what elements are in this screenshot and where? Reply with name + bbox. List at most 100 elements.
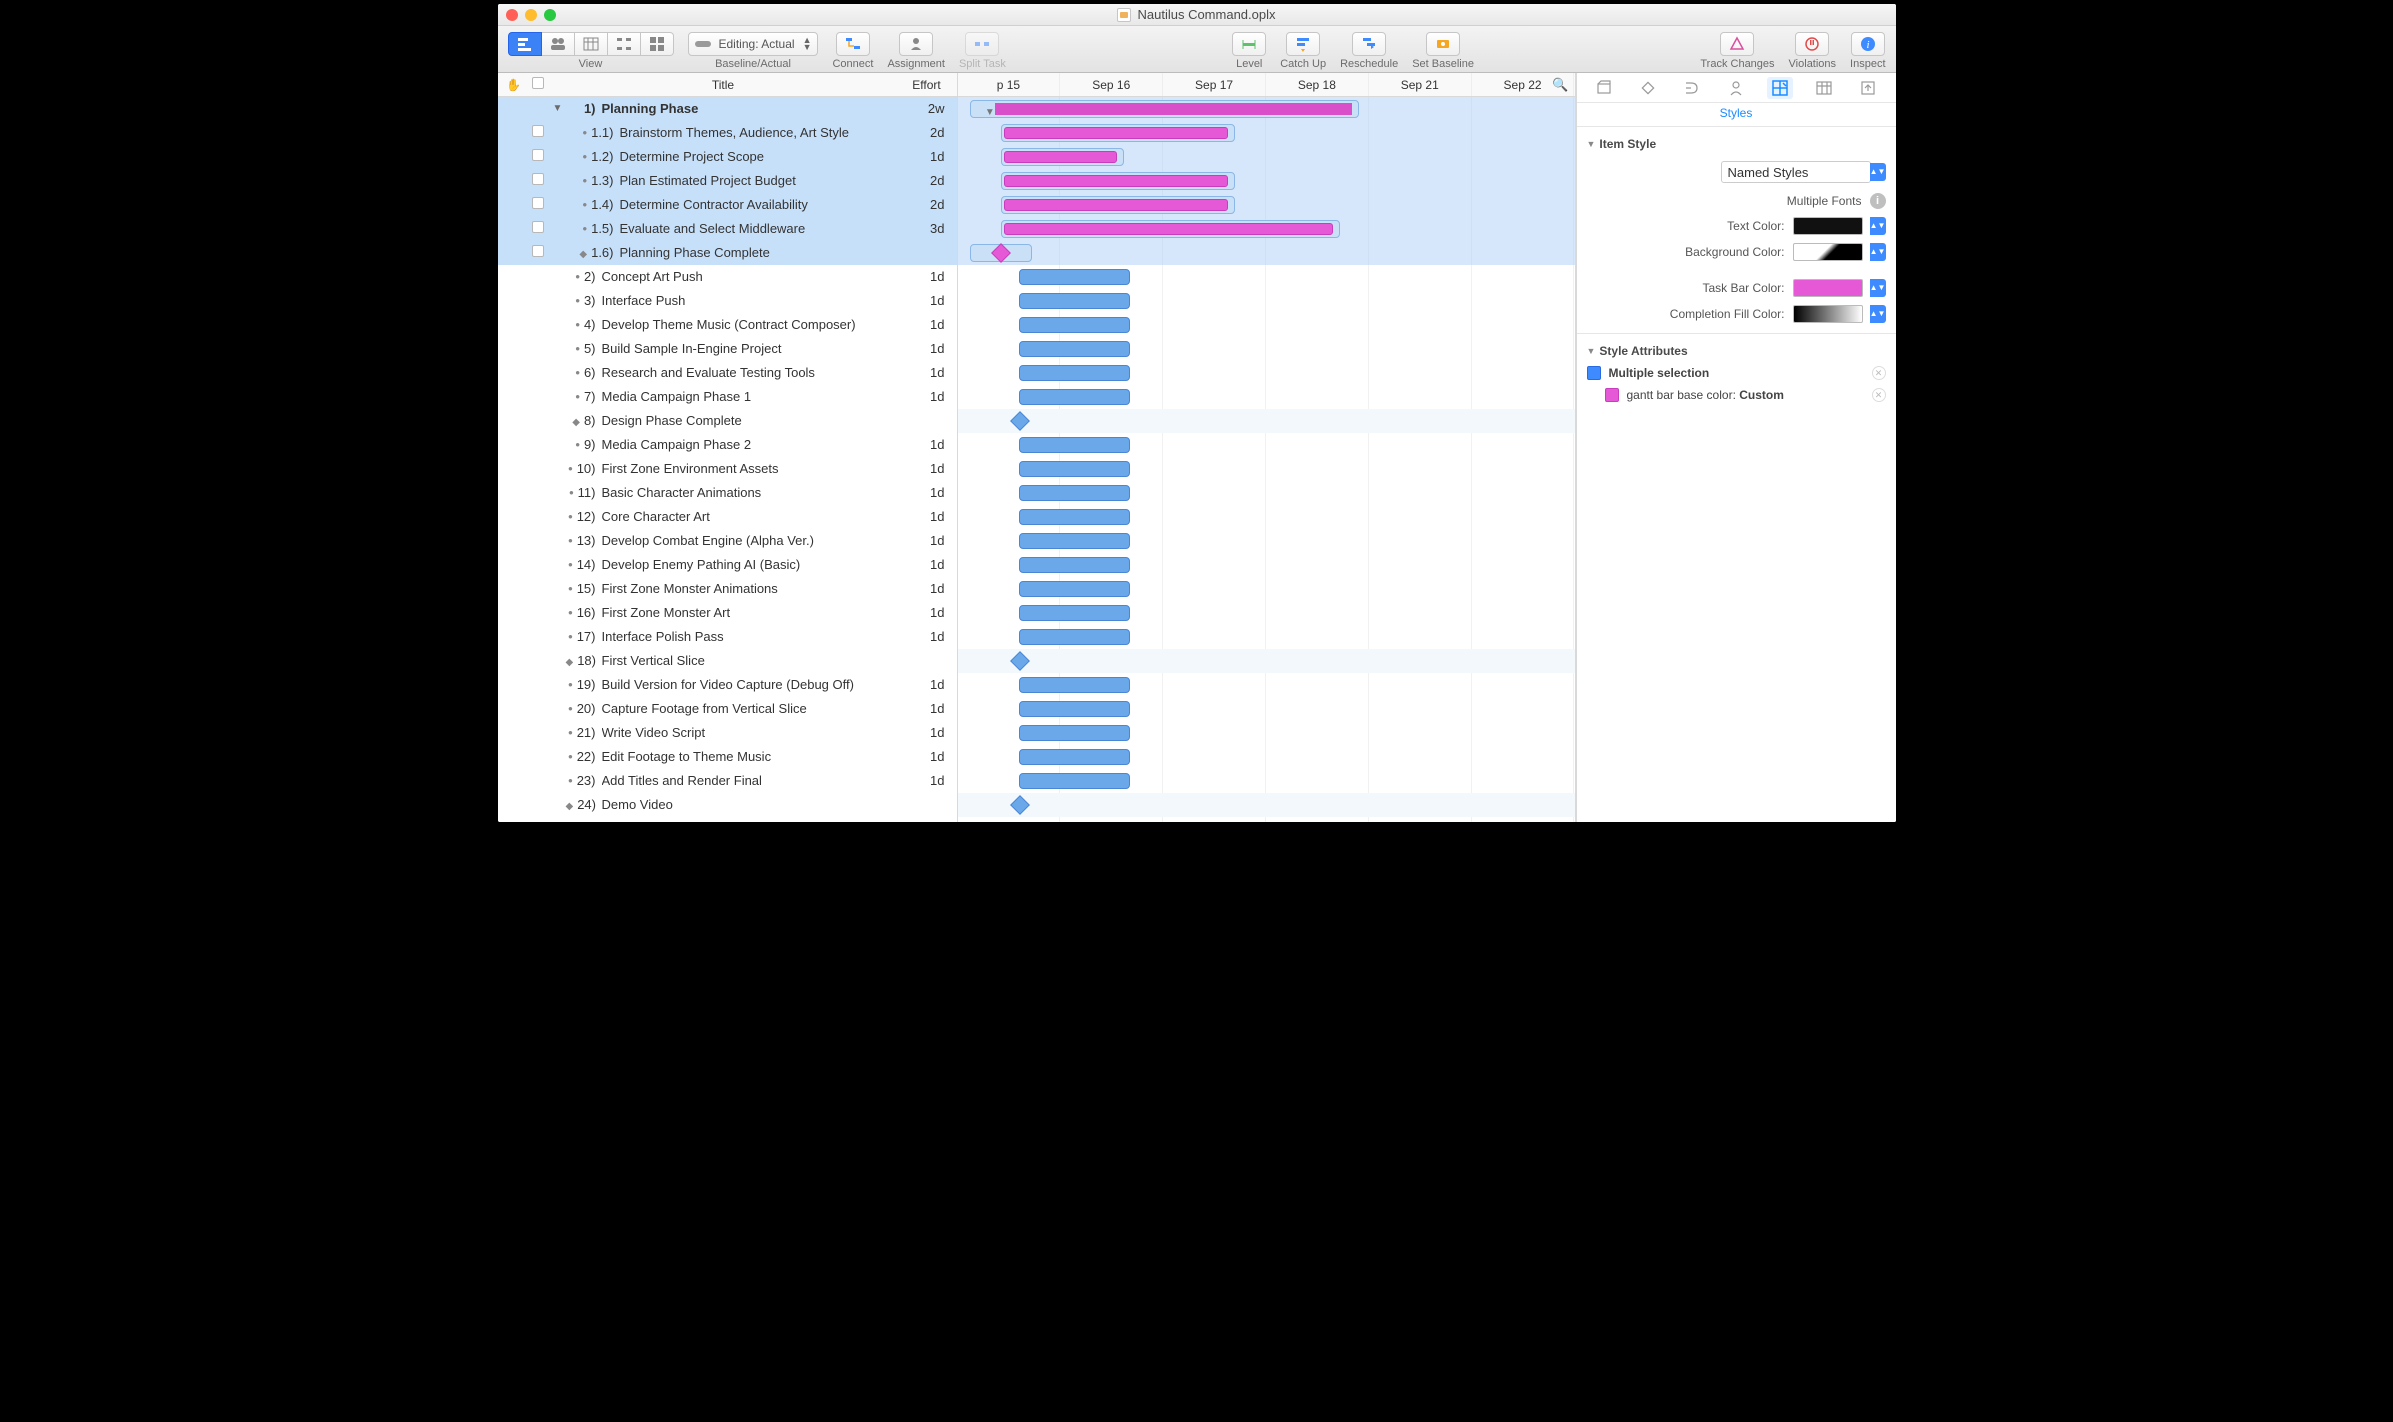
assignment-button[interactable] <box>899 32 933 56</box>
gantt-row[interactable] <box>958 601 1575 625</box>
violations-button[interactable] <box>1795 32 1829 56</box>
reschedule-button[interactable] <box>1352 32 1386 56</box>
gantt-row[interactable] <box>958 625 1575 649</box>
gantt-milestone[interactable] <box>970 244 1032 262</box>
chevron-updown-icon[interactable]: ▲▼ <box>1870 279 1886 297</box>
gantt-task-bar[interactable] <box>1019 677 1130 693</box>
task-row[interactable]: 3)Interface Push1d <box>498 289 957 313</box>
gantt-row[interactable] <box>958 337 1575 361</box>
track-changes-button[interactable] <box>1720 32 1754 56</box>
task-row[interactable]: 7)Media Campaign Phase 11d <box>498 385 957 409</box>
level-button[interactable] <box>1232 32 1266 56</box>
view-resources-button[interactable] <box>542 32 575 56</box>
task-row[interactable]: 20)Capture Footage from Vertical Slice1d <box>498 697 957 721</box>
gantt-row[interactable] <box>958 433 1575 457</box>
title-column-header[interactable]: Title <box>550 78 897 92</box>
gantt-row[interactable] <box>958 505 1575 529</box>
task-row[interactable]: 4)Develop Theme Music (Contract Composer… <box>498 313 957 337</box>
gantt-task-bar[interactable] <box>1019 485 1130 501</box>
task-row[interactable]: 23)Add Titles and Render Final1d <box>498 769 957 793</box>
gantt-task-bar[interactable] <box>1019 389 1130 405</box>
gantt-task-bar[interactable] <box>1019 365 1130 381</box>
gantt-task-bar[interactable] <box>1001 124 1235 142</box>
tab-export-icon[interactable] <box>1855 77 1881 99</box>
view-report-button[interactable] <box>641 32 674 56</box>
gantt-task-bar[interactable] <box>1019 701 1130 717</box>
gantt-row[interactable] <box>958 217 1575 241</box>
timeline-day[interactable]: Sep 18 <box>1266 73 1369 96</box>
chevron-updown-icon[interactable]: ▲▼ <box>1870 243 1886 261</box>
gantt-body[interactable]: ▼ <box>958 97 1575 822</box>
connect-button[interactable] <box>836 32 870 56</box>
tab-resource-icon[interactable] <box>1723 77 1749 99</box>
text-color-swatch[interactable] <box>1793 217 1863 235</box>
gantt-task-bar[interactable] <box>1019 725 1130 741</box>
background-color-swatch[interactable] <box>1793 243 1863 261</box>
task-row[interactable]: 1.4)Determine Contractor Availability2d <box>498 193 957 217</box>
note-icon[interactable] <box>532 221 544 233</box>
gantt-row[interactable]: ▼ <box>958 97 1575 121</box>
task-bar-color-swatch[interactable] <box>1793 279 1863 297</box>
gantt-row[interactable] <box>958 313 1575 337</box>
task-row[interactable]: 2)Concept Art Push1d <box>498 265 957 289</box>
gantt-task-bar[interactable] <box>1019 341 1130 357</box>
chevron-updown-icon[interactable]: ▲▼ <box>1870 163 1886 181</box>
gantt-row[interactable] <box>958 241 1575 265</box>
gantt-row[interactable] <box>958 769 1575 793</box>
gantt-row[interactable] <box>958 553 1575 577</box>
gantt-task-bar[interactable] <box>1019 509 1130 525</box>
gantt-task-bar[interactable] <box>1019 269 1130 285</box>
tab-styles-icon[interactable] <box>1767 77 1793 99</box>
gantt-row[interactable] <box>958 481 1575 505</box>
task-row[interactable]: 1.3)Plan Estimated Project Budget2d <box>498 169 957 193</box>
search-icon[interactable]: 🔍 <box>1552 77 1568 93</box>
gantt-row[interactable] <box>958 649 1575 673</box>
note-icon[interactable] <box>532 245 544 257</box>
tab-columns-icon[interactable] <box>1811 77 1837 99</box>
task-row[interactable]: 18)First Vertical Slice <box>498 649 957 673</box>
task-row[interactable]: 14)Develop Enemy Pathing AI (Basic)1d <box>498 553 957 577</box>
gantt-task-bar[interactable] <box>1019 629 1130 645</box>
gantt-row[interactable] <box>958 265 1575 289</box>
note-icon[interactable] <box>532 197 544 209</box>
gantt-row[interactable] <box>958 697 1575 721</box>
view-calendar-button[interactable] <box>575 32 608 56</box>
task-row[interactable]: 9)Media Campaign Phase 21d <box>498 433 957 457</box>
gantt-group-bar[interactable]: ▼ <box>970 100 1359 118</box>
task-row[interactable]: 5)Build Sample In-Engine Project1d <box>498 337 957 361</box>
gantt-row[interactable] <box>958 145 1575 169</box>
view-gantt-button[interactable] <box>508 32 542 56</box>
task-row[interactable]: ▼1)Planning Phase2w <box>498 97 957 121</box>
gantt-milestone[interactable] <box>1010 795 1030 815</box>
task-row[interactable]: 22)Edit Footage to Theme Music1d <box>498 745 957 769</box>
task-row[interactable]: 8)Design Phase Complete <box>498 409 957 433</box>
style-attr-ganttbar[interactable]: gantt bar base color: Custom ✕ <box>1587 384 1886 406</box>
gantt-row[interactable] <box>958 457 1575 481</box>
gantt-task-bar[interactable] <box>1001 220 1340 238</box>
remove-icon[interactable]: ✕ <box>1872 366 1886 380</box>
style-attributes-header[interactable]: Style Attributes <box>1587 340 1886 362</box>
gantt-row[interactable] <box>958 793 1575 817</box>
task-row[interactable]: 1.5)Evaluate and Select Middleware3d <box>498 217 957 241</box>
item-style-header[interactable]: Item Style <box>1587 133 1886 155</box>
gantt-row[interactable] <box>958 361 1575 385</box>
gantt-task-bar[interactable] <box>1019 773 1130 789</box>
gantt-row[interactable] <box>958 721 1575 745</box>
style-attr-multiselect[interactable]: Multiple selection ✕ <box>1587 362 1886 384</box>
view-network-button[interactable] <box>608 32 641 56</box>
gantt-row[interactable] <box>958 169 1575 193</box>
gantt-task-bar[interactable] <box>1019 437 1130 453</box>
task-row[interactable]: 11)Basic Character Animations1d <box>498 481 957 505</box>
chevron-updown-icon[interactable]: ▲▼ <box>1870 217 1886 235</box>
gantt-task-bar[interactable] <box>1001 148 1124 166</box>
timeline-day[interactable]: Sep 21 <box>1369 73 1472 96</box>
gantt-task-bar[interactable] <box>1001 172 1235 190</box>
task-row[interactable]: 1.2)Determine Project Scope1d <box>498 145 957 169</box>
task-row[interactable]: 10)First Zone Environment Assets1d <box>498 457 957 481</box>
task-row[interactable]: 15)First Zone Monster Animations1d <box>498 577 957 601</box>
gantt-task-bar[interactable] <box>1019 317 1130 333</box>
chevron-updown-icon[interactable]: ▲▼ <box>1870 305 1886 323</box>
note-icon[interactable] <box>532 173 544 185</box>
gantt-task-bar[interactable] <box>1019 605 1130 621</box>
catchup-button[interactable] <box>1286 32 1320 56</box>
